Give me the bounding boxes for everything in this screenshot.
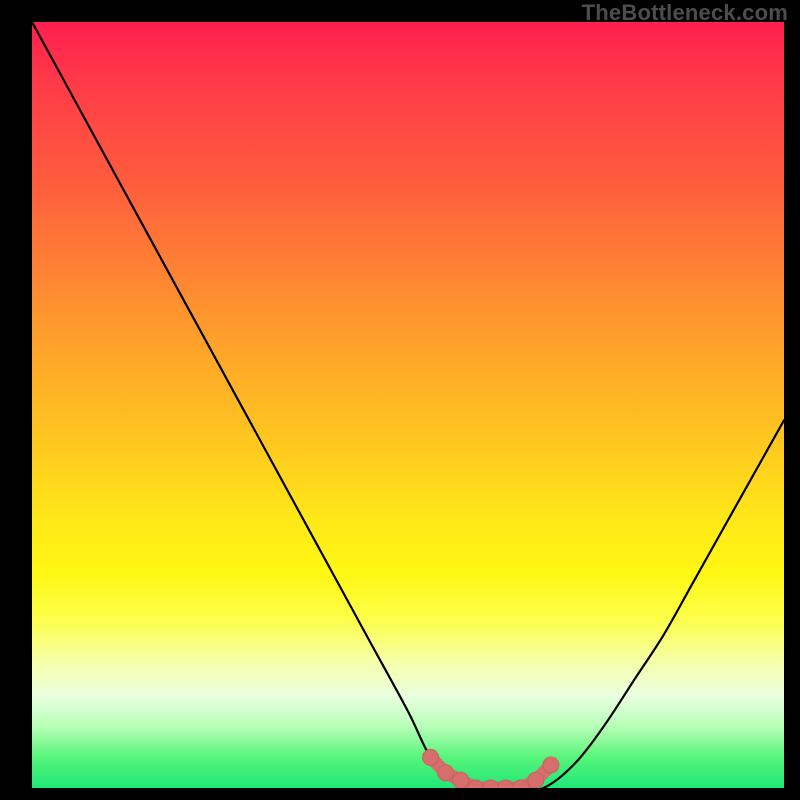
optimal-range-marker [483, 780, 499, 788]
optimal-range-marker [423, 749, 439, 765]
curve-svg [32, 22, 784, 788]
plot-area [32, 22, 784, 788]
optimal-range-marker [543, 757, 559, 773]
optimal-range-marker [438, 765, 454, 781]
optimal-range-marker [528, 772, 544, 788]
optimal-range-marker [498, 780, 514, 788]
bottleneck-curve [32, 22, 784, 788]
chart-frame: TheBottleneck.com [0, 0, 800, 800]
optimal-range-markers [423, 749, 559, 788]
optimal-range-marker [453, 772, 469, 788]
